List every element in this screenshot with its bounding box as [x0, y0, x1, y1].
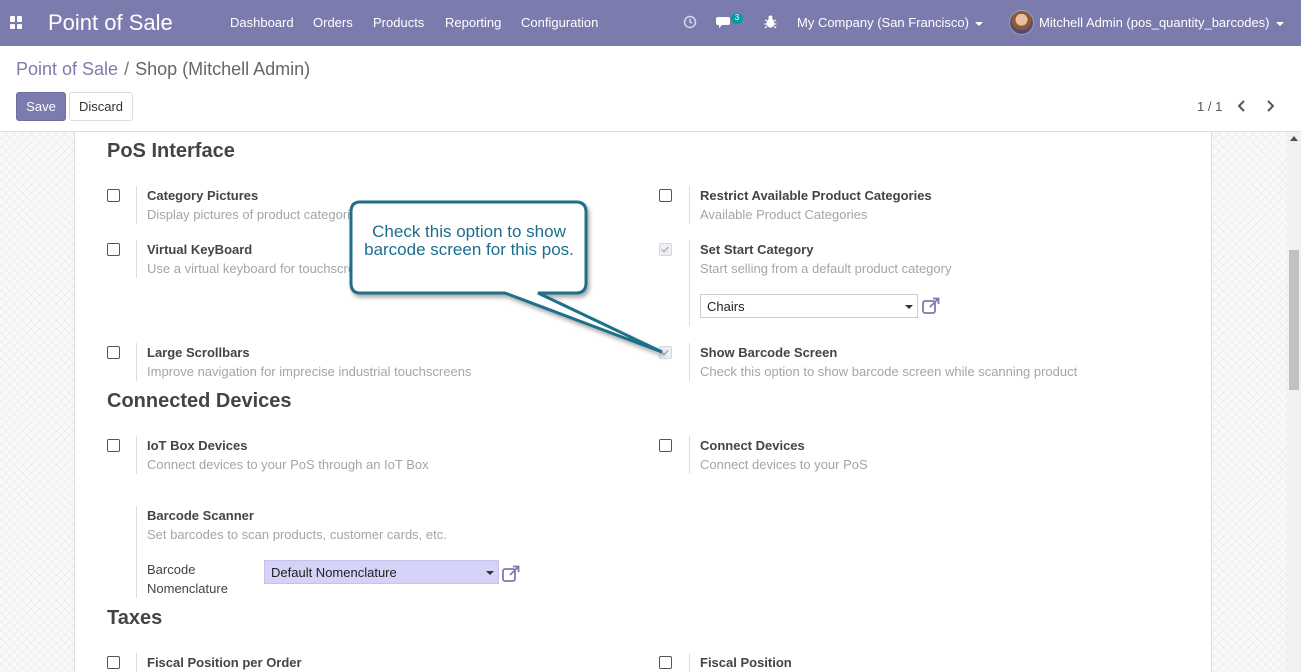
pager-value[interactable]: 1 / 1	[1197, 99, 1222, 114]
barcode-nomenclature-select[interactable]: Default Nomenclature	[264, 560, 499, 584]
chevron-down-icon	[974, 21, 983, 26]
restrict-categories-title: Restrict Available Product Categories	[700, 188, 932, 203]
start-category-select[interactable]: Chairs	[700, 294, 918, 318]
menu-orders[interactable]: Orders	[313, 15, 353, 30]
start-category-title: Set Start Category	[700, 242, 814, 257]
user-avatar[interactable]	[1009, 10, 1034, 35]
divider	[689, 436, 690, 474]
menu-reporting[interactable]: Reporting	[445, 15, 501, 30]
app-brand[interactable]: Point of Sale	[48, 10, 173, 36]
large-scrollbars-checkbox[interactable]	[107, 346, 120, 359]
divider	[136, 240, 137, 278]
virtual-keyboard-title: Virtual KeyBoard	[147, 242, 253, 257]
messages-icon[interactable]	[716, 15, 732, 29]
divider	[689, 240, 690, 326]
divider	[689, 186, 690, 224]
callout-bubble	[349, 200, 663, 354]
divider	[136, 343, 137, 381]
apps-menu-icon[interactable]	[10, 16, 23, 29]
callout-line-1: Check this option to show	[372, 222, 566, 241]
divider	[136, 506, 137, 598]
user-name: Mitchell Admin (pos_quantity_barcodes)	[1039, 15, 1270, 30]
divider	[136, 436, 137, 474]
menu-configuration[interactable]: Configuration	[521, 15, 598, 30]
breadcrumb: Point of Sale / Shop (Mitchell Admin)	[16, 59, 310, 80]
messages-count-badge: 3	[731, 13, 743, 24]
chevron-left-icon[interactable]	[1237, 100, 1247, 112]
section-title-pos-interface: PoS Interface	[107, 140, 235, 162]
virtual-keyboard-checkbox[interactable]	[107, 243, 120, 256]
fiscal-position-title: Fiscal Position	[700, 655, 792, 670]
external-link-icon[interactable]	[921, 296, 941, 316]
external-link-icon[interactable]	[501, 564, 521, 584]
barcode-scanner-desc: Set barcodes to scan products, customer …	[147, 527, 447, 542]
divider	[689, 653, 690, 672]
vertical-scrollbar[interactable]	[1287, 132, 1301, 672]
menu-products[interactable]: Products	[373, 15, 424, 30]
chevron-right-icon[interactable]	[1265, 100, 1275, 112]
category-pictures-checkbox[interactable]	[107, 189, 120, 202]
breadcrumb-parent[interactable]: Point of Sale	[16, 59, 118, 79]
category-pictures-title: Category Pictures	[147, 188, 259, 203]
barcode-nomenclature-label-line1: Barcode	[147, 562, 196, 577]
top-navbar: Point of Sale Dashboard Orders Products …	[0, 0, 1301, 46]
category-pictures-desc: Display pictures of product categories	[147, 207, 364, 222]
divider	[136, 186, 137, 224]
chevron-down-icon	[1275, 21, 1284, 26]
barcode-nomenclature-label: Barcode Nomenclature	[147, 560, 228, 598]
save-button[interactable]: Save	[16, 92, 66, 121]
breadcrumb-separator: /	[124, 59, 130, 79]
iot-box-title: IoT Box Devices	[147, 438, 248, 453]
callout-text: Check this option to show barcode screen…	[356, 223, 582, 259]
scrollbar-thumb[interactable]	[1289, 250, 1299, 390]
large-scrollbars-title: Large Scrollbars	[147, 345, 250, 360]
fiscal-position-order-title: Fiscal Position per Order	[147, 655, 302, 670]
barcode-screen-title: Show Barcode Screen	[700, 345, 838, 360]
breadcrumb-current: Shop (Mitchell Admin)	[135, 59, 311, 79]
barcode-scanner-title: Barcode Scanner	[147, 508, 254, 523]
discard-button[interactable]: Discard	[69, 92, 133, 121]
company-name: My Company (San Francisco)	[797, 15, 969, 30]
connect-devices-desc: Connect devices to your PoS	[700, 457, 868, 472]
divider	[689, 343, 690, 381]
fiscal-position-order-checkbox[interactable]	[107, 656, 120, 669]
user-menu[interactable]: Mitchell Admin (pos_quantity_barcodes)	[1039, 15, 1284, 30]
restrict-categories-desc: Available Product Categories	[700, 207, 868, 222]
large-scrollbars-desc: Improve navigation for imprecise industr…	[147, 364, 472, 379]
connect-devices-title: Connect Devices	[700, 438, 805, 453]
start-category-desc: Start selling from a default product cat…	[700, 261, 952, 276]
barcode-nomenclature-label-line2: Nomenclature	[147, 581, 228, 596]
fiscal-position-checkbox[interactable]	[659, 656, 672, 669]
activity-clock-icon[interactable]	[683, 15, 697, 29]
scroll-up-arrow-icon[interactable]	[1290, 136, 1298, 141]
section-title-taxes: Taxes	[107, 607, 163, 629]
iot-box-checkbox[interactable]	[107, 439, 120, 452]
debug-bug-icon[interactable]	[764, 14, 777, 29]
iot-box-desc: Connect devices to your PoS through an I…	[147, 457, 429, 472]
callout-line-2: barcode screen for this pos.	[364, 240, 574, 259]
menu-dashboard[interactable]: Dashboard	[230, 15, 294, 30]
divider	[136, 653, 137, 672]
section-title-connected-devices: Connected Devices	[107, 390, 292, 412]
connect-devices-checkbox[interactable]	[659, 439, 672, 452]
barcode-screen-desc: Check this option to show barcode screen…	[700, 364, 1078, 379]
control-panel: Point of Sale / Shop (Mitchell Admin) Save…	[0, 46, 1301, 132]
company-switcher[interactable]: My Company (San Francisco)	[797, 15, 983, 30]
